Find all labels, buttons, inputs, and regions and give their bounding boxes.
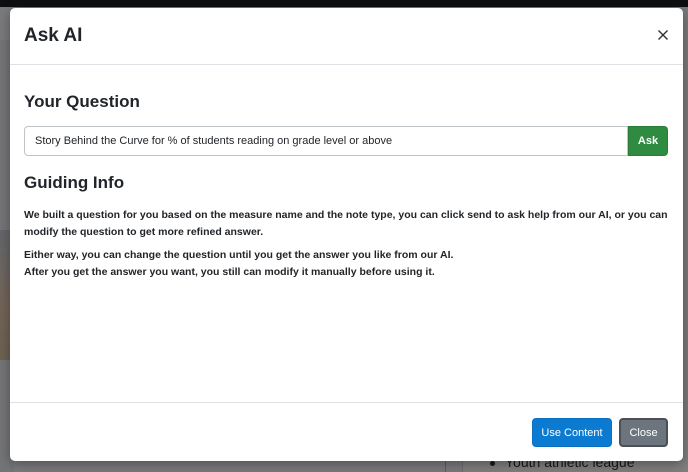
guiding-info-paragraph-2: Either way, you can change the question … bbox=[24, 247, 674, 281]
guiding-info-line-2: After you get the answer you want, you s… bbox=[24, 266, 435, 278]
close-button[interactable]: Close bbox=[619, 418, 668, 447]
question-row: Ask bbox=[24, 126, 669, 156]
question-heading: Your Question bbox=[24, 92, 140, 111]
close-icon[interactable] bbox=[655, 27, 671, 43]
ask-ai-modal: Ask AI Your Question Ask Guiding Info We… bbox=[10, 8, 683, 461]
guiding-info-paragraph-1: We built a question for you based on the… bbox=[24, 209, 668, 238]
modal-header: Ask AI bbox=[10, 8, 683, 65]
use-content-button[interactable]: Use Content bbox=[532, 418, 612, 447]
modal-footer: Use Content Close bbox=[10, 402, 683, 461]
modal-title: Ask AI bbox=[24, 25, 83, 46]
modal-body: Your Question Ask Guiding Info We built … bbox=[10, 65, 683, 402]
guiding-info-line-1: Either way, you can change the question … bbox=[24, 249, 454, 261]
ask-button[interactable]: Ask bbox=[628, 126, 668, 156]
question-input[interactable] bbox=[24, 126, 628, 156]
guiding-info-heading: Guiding Info bbox=[24, 173, 125, 192]
